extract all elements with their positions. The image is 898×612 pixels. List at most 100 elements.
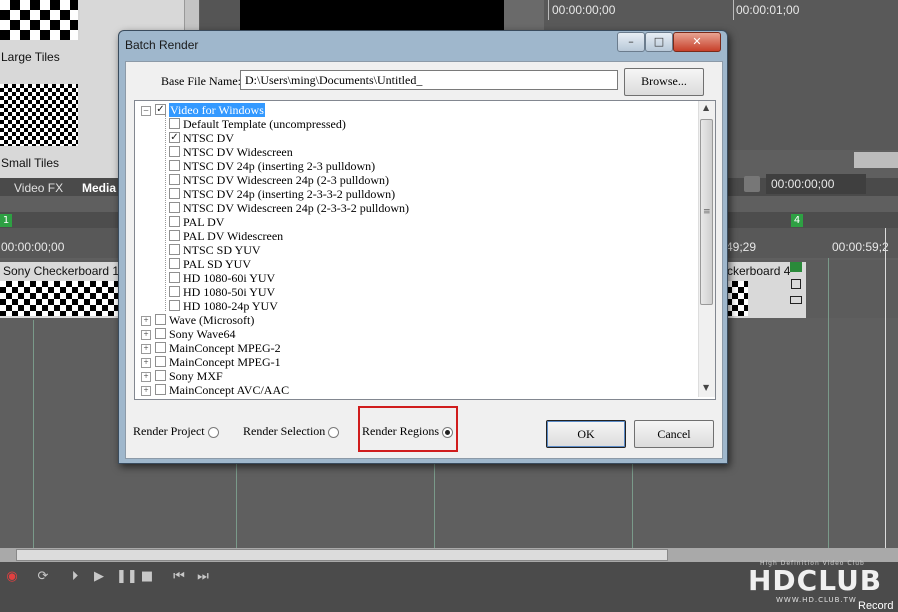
pause-icon[interactable]: ❚❚ <box>116 570 138 584</box>
template-checkbox[interactable]: ✓ <box>169 132 180 143</box>
render-regions-radio[interactable] <box>442 426 453 438</box>
hdclub-url: WWW.HD.CLUB.TW <box>776 596 857 604</box>
play-icon[interactable]: ▶ <box>92 570 106 584</box>
marker-end-label: 4 <box>793 215 801 226</box>
template-checkbox[interactable] <box>169 244 180 255</box>
template-checkbox[interactable] <box>169 118 180 129</box>
top-ruler-tick <box>733 0 734 20</box>
format-checkbox[interactable] <box>155 342 166 353</box>
format-checkbox[interactable] <box>155 370 166 381</box>
go-to-start-icon[interactable]: ⏮ <box>172 570 186 584</box>
base-file-name-input[interactable]: D:\Users\ming\Documents\Untitled_ <box>240 70 618 90</box>
event-fx-icon[interactable] <box>790 262 802 272</box>
template-label: PAL DV Widescreen <box>183 229 284 243</box>
ruler-time-right: 00:00:59;2 <box>832 240 889 254</box>
format-checkbox[interactable] <box>155 356 166 367</box>
minimize-button[interactable]: – <box>617 32 645 52</box>
scroll-grip-icon: ≡ <box>703 207 711 217</box>
template-checkbox[interactable] <box>169 146 180 157</box>
browse-button-label: Browse... <box>641 74 687 88</box>
marker-start-label: 1 <box>2 215 10 226</box>
expand-icon[interactable]: + <box>141 316 151 326</box>
template-label: HD 1080-50i YUV <box>183 285 276 299</box>
base-file-name-value: D:\Users\ming\Documents\Untitled_ <box>245 73 423 87</box>
grid-line <box>828 258 829 548</box>
top-ruler-time-1: 00:00:01;00 <box>736 3 800 17</box>
stop-icon[interactable]: ■ <box>140 570 154 584</box>
template-label: HD 1080-24p YUV <box>183 299 278 313</box>
region-marker-start[interactable]: 1 <box>0 214 12 227</box>
browse-button[interactable]: Browse... <box>624 68 704 96</box>
close-button[interactable]: ✕ <box>673 32 721 52</box>
zoom-controls[interactable] <box>854 152 898 168</box>
render-regions-label: Render Regions <box>362 424 439 438</box>
ruler-time-mid: 49;29 <box>726 240 757 254</box>
render-project-radio[interactable] <box>207 426 219 438</box>
render-project-option[interactable]: Render Project <box>133 424 219 439</box>
ruler-time-left: 00:00:00;00 <box>1 240 65 254</box>
event-crop-icon[interactable] <box>791 279 801 289</box>
format-label: Sony MXF <box>169 369 223 383</box>
tab-media[interactable]: Media <box>82 181 116 195</box>
tree-root-checkbox[interactable]: ✓ <box>155 104 166 115</box>
maximize-icon: □ <box>653 35 665 48</box>
event-pan-icon[interactable] <box>790 296 802 304</box>
region-marker-end[interactable]: 4 <box>791 214 803 227</box>
format-checkbox[interactable] <box>155 314 166 325</box>
loop-icon[interactable]: ⟳ <box>36 570 50 584</box>
cancel-button[interactable]: Cancel <box>634 420 714 448</box>
maximize-button[interactable]: □ <box>645 32 673 52</box>
template-checkbox[interactable] <box>169 230 180 241</box>
scroll-up-arrow-icon[interactable]: ▲ <box>703 103 709 112</box>
template-checkbox[interactable] <box>169 174 180 185</box>
template-checkbox[interactable] <box>169 258 180 269</box>
format-label: Wave (Microsoft) <box>169 313 255 327</box>
format-checkbox[interactable] <box>155 328 166 339</box>
template-checkbox[interactable] <box>169 202 180 213</box>
record-icon[interactable]: ◉ <box>5 570 19 584</box>
clip-left-thumbnail <box>0 281 120 316</box>
template-checkbox[interactable] <box>169 188 180 199</box>
render-selection-radio[interactable] <box>328 426 340 438</box>
large-tiles-thumbnail[interactable] <box>0 0 78 40</box>
template-checkbox[interactable] <box>169 286 180 297</box>
small-tiles-thumbnail[interactable] <box>0 84 78 146</box>
template-label: NTSC DV <box>183 131 235 145</box>
play-from-start-icon[interactable]: ⏵ <box>68 570 82 584</box>
format-label: MainConcept AVC/AAC <box>169 383 290 397</box>
clip-right-label: ckerboard 4 <box>727 264 791 278</box>
ok-button[interactable]: OK <box>546 420 626 448</box>
expand-icon[interactable]: + <box>141 330 151 340</box>
template-checkbox[interactable] <box>169 160 180 171</box>
template-checkbox[interactable] <box>169 272 180 283</box>
scroll-down-arrow-icon[interactable]: ▼ <box>703 383 709 392</box>
top-ruler-tick <box>548 0 549 20</box>
dialog-body: Base File Name: D:\Users\ming\Documents\… <box>125 61 723 459</box>
template-checkbox[interactable] <box>169 300 180 311</box>
format-tree[interactable]: – ✓ Video for Windows Default Template (unc… <box>134 100 716 400</box>
format-label: MainConcept MPEG-1 <box>169 355 281 369</box>
format-checkbox[interactable] <box>155 384 166 395</box>
expand-icon[interactable]: + <box>141 386 151 396</box>
template-label: NTSC DV Widescreen 24p (2-3 pulldown) <box>183 173 390 187</box>
tab-video-fx[interactable]: Video FX <box>14 181 63 195</box>
template-checkbox[interactable] <box>169 216 180 227</box>
top-ruler-time-0: 00:00:00;00 <box>552 3 616 17</box>
template-label: NTSC DV Widescreen <box>183 145 293 159</box>
base-file-name-label: Base File Name: <box>161 74 241 88</box>
render-selection-option[interactable]: Render Selection <box>243 424 340 439</box>
expand-icon[interactable]: + <box>141 358 151 368</box>
dialog-title: Batch Render <box>125 38 199 52</box>
hdclub-tagline: High Definition Video Club <box>760 560 865 567</box>
go-to-end-icon[interactable]: ⏭ <box>196 570 210 584</box>
timeline-scroll-thumb[interactable] <box>16 549 668 561</box>
expand-icon[interactable]: + <box>141 344 151 354</box>
collapse-icon[interactable]: – <box>141 106 151 116</box>
render-regions-option[interactable]: Render Regions <box>362 424 453 439</box>
tree-vertical-scrollbar[interactable]: ▲ ≡ ▼ <box>698 101 715 397</box>
hdclub-logo: HDCLUB <box>748 566 882 596</box>
tree-root-label: Video for Windows <box>169 103 265 117</box>
expand-icon[interactable]: + <box>141 372 151 382</box>
preview-tool-icon[interactable] <box>744 176 760 192</box>
template-label: HD 1080-60i YUV <box>183 271 276 285</box>
